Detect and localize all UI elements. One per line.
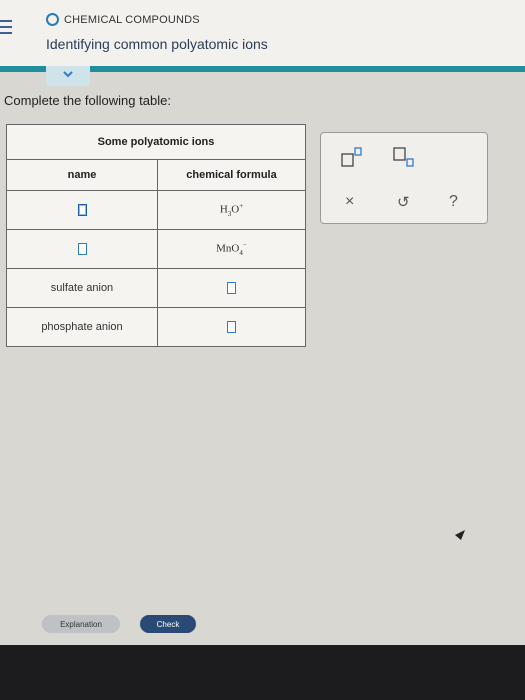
- math-toolbox: × ↺ ?: [320, 132, 488, 224]
- formula-charge: −: [242, 241, 247, 250]
- name-cell: sulfate anion: [6, 268, 158, 308]
- name-answer-input[interactable]: [77, 243, 87, 256]
- formula-subscript: 4: [239, 248, 243, 257]
- header: CHEMICAL COMPOUNDS Identifying common po…: [0, 0, 525, 72]
- table-row: H3O+: [6, 190, 306, 230]
- table-caption: Some polyatomic ions: [6, 124, 306, 160]
- table-row: sulfate anion: [6, 268, 306, 308]
- check-button[interactable]: Check: [140, 615, 196, 633]
- superscript-icon[interactable]: [341, 147, 363, 167]
- table-row: MnO4−: [6, 229, 306, 269]
- explanation-button[interactable]: Explanation: [42, 615, 120, 633]
- menu-icon[interactable]: [0, 20, 12, 38]
- topic-label: CHEMICAL COMPOUNDS: [64, 13, 200, 26]
- topic-row: CHEMICAL COMPOUNDS: [46, 13, 200, 26]
- help-icon[interactable]: ?: [449, 193, 458, 211]
- polyatomic-ions-table: Some polyatomic ions name chemical formu…: [6, 124, 306, 347]
- name-answer-input[interactable]: [77, 204, 87, 217]
- page-title: Identifying common polyatomic ions: [46, 36, 268, 52]
- formula-text: MnO: [216, 242, 240, 255]
- name-answer-cell[interactable]: [6, 229, 158, 269]
- formula-cell: H3O+: [157, 190, 306, 230]
- formula-answer-cell[interactable]: [157, 307, 306, 347]
- formula-charge: +: [239, 202, 244, 211]
- table-row: phosphate anion: [6, 307, 306, 347]
- clear-icon[interactable]: ×: [345, 193, 354, 211]
- chevron-down-icon: [63, 71, 73, 78]
- formula-answer-input[interactable]: [227, 282, 236, 295]
- formula-answer-input[interactable]: [227, 321, 236, 334]
- instructions: Complete the following table:: [4, 93, 171, 108]
- subscript-icon[interactable]: [393, 147, 415, 167]
- name-answer-cell[interactable]: [6, 190, 158, 230]
- column-header-name: name: [6, 159, 158, 191]
- mouse-cursor-icon: [455, 530, 465, 540]
- screen-bezel: [0, 645, 525, 700]
- formula-cell: MnO4−: [157, 229, 306, 269]
- formula-text: H: [219, 203, 228, 216]
- topic-status-icon: [46, 13, 59, 26]
- name-cell: phosphate anion: [6, 307, 158, 347]
- column-header-formula: chemical formula: [157, 159, 306, 191]
- collapse-toggle[interactable]: [46, 66, 90, 86]
- formula-answer-cell[interactable]: [157, 268, 306, 308]
- undo-icon[interactable]: ↺: [397, 193, 410, 211]
